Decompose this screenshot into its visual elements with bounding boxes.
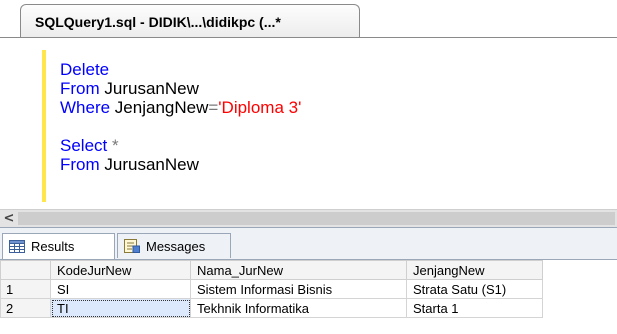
table-row: 2 TI Tekhnik Informatika Starta 1 <box>0 298 543 318</box>
table-row: 1 SI Sistem Informasi Bisnis Strata Satu… <box>0 279 543 299</box>
tab-results-label: Results <box>31 239 75 254</box>
grid-cell[interactable]: SI <box>50 279 191 299</box>
results-grid[interactable]: KodeJurNew Nama_JurNew JenjangNew 1 SI S… <box>0 260 543 318</box>
code-line[interactable]: Delete <box>60 60 301 79</box>
sql-code[interactable]: Delete From JurusanNew Where JenjangNew='D… <box>60 60 301 174</box>
grid-cell[interactable]: Sistem Informasi Bisnis <box>190 279 407 299</box>
grid-icon <box>9 240 25 253</box>
sql-keyword: Delete <box>60 60 110 79</box>
sql-operator: = <box>208 98 219 117</box>
query-document-tab[interactable]: SQLQuery1.sql - DIDIK\...\didikpc (...* <box>20 4 360 38</box>
document-tab-strip: SQLQuery1.sql - DIDIK\...\didikpc (...* <box>0 0 617 38</box>
scrollbar-thumb[interactable] <box>18 212 615 225</box>
column-header[interactable]: KodeJurNew <box>50 260 191 280</box>
tab-messages-label: Messages <box>146 238 206 254</box>
sql-keyword: From <box>60 155 105 174</box>
tab-results[interactable]: Results <box>2 233 115 259</box>
editor-horizontal-scrollbar[interactable]: < <box>0 209 617 227</box>
code-line[interactable] <box>60 117 301 136</box>
sql-identifier: JurusanNew <box>104 79 199 98</box>
sql-keyword: From <box>60 79 105 98</box>
tab-messages[interactable]: Messages <box>117 233 231 258</box>
sql-identifier: JurusanNew <box>104 155 199 174</box>
grid-corner-cell[interactable] <box>0 260 51 280</box>
sql-identifier: JenjangNew <box>114 98 209 117</box>
row-number[interactable]: 1 <box>0 279 51 299</box>
column-header[interactable]: JenjangNew <box>406 260 543 280</box>
code-line[interactable]: From JurusanNew <box>60 155 301 174</box>
results-pane: Results Messages KodeJurNew Nama_JurNew … <box>0 227 617 334</box>
sql-string: 'Diploma 3' <box>218 98 302 117</box>
changed-lines-marker <box>42 50 46 202</box>
code-line[interactable]: From JurusanNew <box>60 79 301 98</box>
results-grid-container: KodeJurNew Nama_JurNew JenjangNew 1 SI S… <box>0 259 617 334</box>
sql-keyword: Select <box>60 136 112 155</box>
grid-cell[interactable]: Tekhnik Informatika <box>190 298 407 318</box>
scroll-left-arrow-icon[interactable]: < <box>0 210 18 227</box>
row-number[interactable]: 2 <box>0 298 51 318</box>
code-line[interactable]: Where JenjangNew='Diploma 3' <box>60 98 301 117</box>
sql-keyword: Where <box>60 98 115 117</box>
grid-cell[interactable]: Strata Satu (S1) <box>406 279 543 299</box>
query-editor[interactable]: Delete From JurusanNew Where JenjangNew='D… <box>0 38 617 209</box>
query-document-tab-label: SQLQuery1.sql - DIDIK\...\didikpc (...* <box>35 14 281 30</box>
messages-icon <box>124 239 140 253</box>
code-line[interactable]: Select * <box>60 136 301 155</box>
grid-header-row: KodeJurNew Nama_JurNew JenjangNew <box>0 260 543 280</box>
grid-cell[interactable]: Starta 1 <box>406 298 543 318</box>
grid-cell-selected[interactable]: TI <box>50 298 191 318</box>
column-header[interactable]: Nama_JurNew <box>190 260 407 280</box>
sql-operator: * <box>111 136 119 155</box>
